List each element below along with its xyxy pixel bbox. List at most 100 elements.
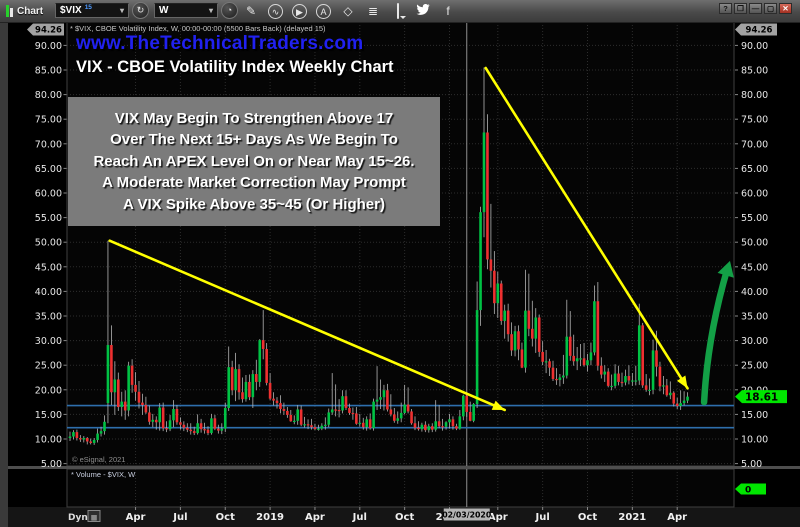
candlestick bbox=[192, 431, 196, 434]
candlestick bbox=[572, 355, 575, 362]
candlestick bbox=[662, 385, 665, 387]
esignal-chart-window: Chart $VIX 15 ▾ ↻ W ▾ ◔ ✎ ∿ ▶ A ◇ ≣ f ?❐—▢✕ 90… bbox=[0, 0, 800, 527]
close-button[interactable]: ✕ bbox=[779, 3, 792, 14]
candlestick bbox=[179, 422, 182, 425]
x-axis-label: 2019 bbox=[256, 512, 284, 523]
candlestick bbox=[244, 381, 248, 400]
candlestick bbox=[241, 392, 244, 400]
annotation-line: VIX May Begin To Strengthen Above 17 bbox=[114, 109, 394, 127]
symbol-lookup-button[interactable]: ↻ bbox=[132, 2, 149, 19]
draw-pencil-button[interactable]: ✎ bbox=[243, 3, 259, 19]
pane-separator[interactable] bbox=[8, 466, 800, 469]
left-price-axis[interactable] bbox=[8, 22, 67, 466]
eraser-button[interactable]: ◇ bbox=[340, 3, 356, 19]
chevron-down-icon: ▾ bbox=[208, 6, 213, 15]
playback-button[interactable]: ▶ bbox=[292, 3, 307, 19]
date-marker-label: 02/03/2020 bbox=[442, 511, 492, 520]
candlestick bbox=[437, 421, 441, 427]
candlestick bbox=[679, 403, 682, 407]
volume-pane-label: * Volume - $VIX, W bbox=[71, 470, 136, 479]
candlestick bbox=[506, 310, 510, 335]
candlestick bbox=[441, 426, 444, 428]
restore-button[interactable]: ❐ bbox=[734, 3, 747, 14]
candlestick bbox=[634, 380, 638, 382]
chart-canvas[interactable]: 90.0090.0085.0085.0080.0080.0075.0075.00… bbox=[0, 0, 800, 527]
candlestick bbox=[462, 395, 465, 417]
draw-pencil-icon: ✎ bbox=[245, 4, 257, 18]
candlestick bbox=[424, 424, 427, 431]
candlestick bbox=[334, 409, 337, 411]
candlestick bbox=[303, 424, 306, 426]
candlestick bbox=[324, 424, 327, 426]
candlestick bbox=[513, 331, 517, 351]
candlestick bbox=[220, 428, 224, 431]
candlestick bbox=[596, 301, 600, 366]
x-axis-label: Jul bbox=[352, 512, 367, 523]
delay-badge: 15 bbox=[84, 4, 92, 11]
minimize-button[interactable]: — bbox=[749, 3, 762, 14]
candlestick bbox=[669, 392, 672, 396]
text-annotation-button[interactable]: A bbox=[316, 3, 331, 19]
symbol-value: $VIX bbox=[60, 5, 82, 16]
dyn-mode-label[interactable]: Dyn bbox=[68, 513, 88, 523]
help-button[interactable]: ? bbox=[719, 3, 732, 14]
studies-icon: ≣ bbox=[367, 4, 379, 18]
candlestick bbox=[430, 426, 434, 430]
time-template-button[interactable]: ◔ bbox=[221, 2, 238, 19]
maximize-button[interactable]: ▢ bbox=[764, 3, 777, 14]
chat-button[interactable] bbox=[390, 3, 406, 19]
candlestick bbox=[361, 422, 365, 428]
candlestick bbox=[382, 390, 386, 398]
candlestick bbox=[586, 360, 589, 366]
symbol-description: * $VIX, CBOE Volatility Index, W, 00:00-… bbox=[70, 24, 326, 33]
candlestick bbox=[351, 412, 355, 415]
candlestick bbox=[499, 283, 503, 321]
candlestick bbox=[475, 310, 479, 405]
candlestick bbox=[399, 412, 403, 419]
candlestick bbox=[468, 411, 472, 421]
chevron-down-icon: ▾ bbox=[119, 6, 124, 15]
candlestick bbox=[248, 381, 251, 398]
studies-button[interactable]: ≣ bbox=[365, 3, 381, 19]
chart-tab[interactable]: Chart bbox=[6, 2, 43, 20]
candlestick bbox=[282, 408, 286, 411]
candlestick bbox=[455, 426, 458, 429]
symbol-combo[interactable]: $VIX 15 ▾ bbox=[55, 3, 129, 18]
candlestick bbox=[606, 371, 610, 386]
candlestick bbox=[579, 358, 582, 360]
candlestick bbox=[406, 404, 410, 412]
candlestick bbox=[379, 397, 382, 400]
candlestick bbox=[110, 345, 113, 393]
candlestick bbox=[658, 366, 662, 387]
candlestick bbox=[627, 376, 631, 381]
candlestick bbox=[79, 438, 82, 440]
candlestick bbox=[196, 423, 199, 434]
right-price-axis[interactable] bbox=[735, 22, 800, 466]
candlestick bbox=[210, 418, 213, 434]
candlestick bbox=[655, 350, 658, 367]
candlestick bbox=[320, 425, 324, 429]
candlestick bbox=[637, 325, 641, 381]
candlestick bbox=[520, 349, 524, 368]
candlestick bbox=[299, 409, 303, 425]
trendline-tools-button[interactable]: ∿ bbox=[268, 3, 283, 19]
candlestick bbox=[317, 428, 320, 430]
interval-combo[interactable]: W ▾ bbox=[154, 3, 218, 18]
candlestick bbox=[341, 396, 344, 411]
candlestick bbox=[565, 336, 569, 376]
candlestick bbox=[286, 410, 289, 415]
candlestick bbox=[610, 385, 613, 388]
candlestick bbox=[482, 132, 486, 213]
candlestick bbox=[310, 425, 313, 428]
x-axis-label: Oct bbox=[216, 512, 235, 523]
candlestick bbox=[258, 340, 262, 382]
candlestick bbox=[541, 351, 544, 362]
annotation-box[interactable]: VIX May Begin To Strengthen Above 17 Ove… bbox=[68, 97, 440, 226]
candlestick bbox=[72, 432, 75, 437]
twitter-button[interactable] bbox=[415, 3, 431, 19]
candlestick bbox=[358, 422, 362, 424]
x-axis-label: Oct bbox=[395, 512, 414, 523]
time-template-glyph: ▦ bbox=[91, 514, 98, 522]
facebook-button[interactable]: f bbox=[440, 3, 456, 19]
candlestick bbox=[127, 365, 130, 411]
